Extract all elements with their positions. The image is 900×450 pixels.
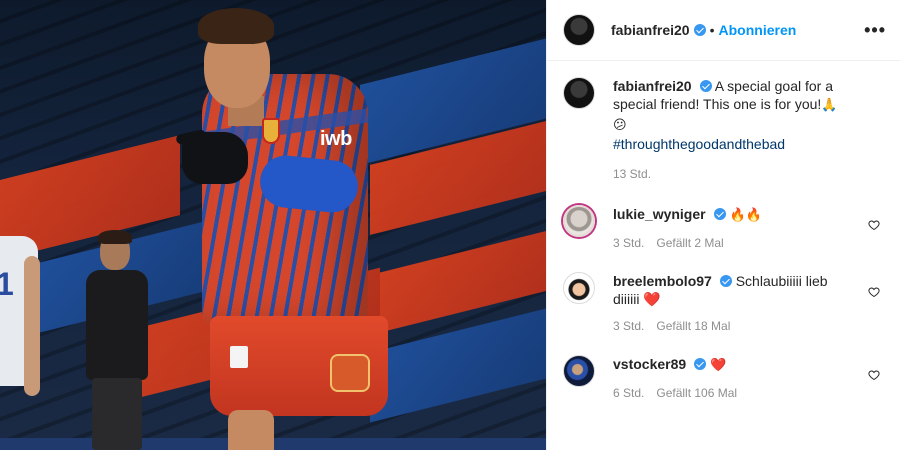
commenter-username[interactable]: lukie_wyniger — [613, 206, 706, 222]
comment-time[interactable]: 3 Std. — [613, 319, 644, 333]
post-sidebar: fabianfrei20 • Abonnieren ••• fabianfrei… — [546, 0, 900, 450]
pray-emoji: 🙏 — [821, 98, 838, 113]
comment-likes[interactable]: Gefällt 18 Mal — [656, 319, 730, 333]
verified-badge-icon — [713, 208, 726, 220]
more-horizontal-icon[interactable]: ••• — [864, 21, 886, 39]
heart-outline-icon[interactable] — [868, 369, 880, 381]
verified-badge-icon — [694, 358, 707, 370]
referee-figure — [82, 230, 152, 450]
commenter-username[interactable]: vstocker89 — [613, 356, 686, 372]
caption-author-avatar[interactable] — [563, 77, 595, 109]
comment-text: 🔥🔥 — [729, 208, 762, 223]
follow-button[interactable]: Abonnieren — [719, 22, 797, 38]
heart-outline-icon[interactable] — [868, 219, 880, 231]
header-separator: • — [709, 22, 715, 38]
verified-badge-icon — [693, 24, 706, 36]
commenter-avatar[interactable] — [563, 205, 595, 237]
caption-hashtag[interactable]: #throughthegoodandthebad — [613, 136, 785, 152]
comment-item: breelembolo97 Schlaubiiiii lieb diiiiii … — [563, 272, 884, 335]
post-caption: fabianfrei20 A special goal for a specia… — [563, 77, 884, 183]
commenter-avatar[interactable] — [563, 272, 595, 304]
face-emoji: 😕 — [613, 118, 627, 133]
left-player-figure: 1 — [0, 236, 46, 450]
comment-likes[interactable]: Gefällt 106 Mal — [656, 386, 737, 400]
left-player-number: 1 — [0, 266, 14, 302]
commenter-avatar[interactable] — [563, 355, 595, 387]
comments-list[interactable]: fabianfrei20 A special goal for a specia… — [547, 61, 900, 450]
author-username[interactable]: fabianfrei20 — [611, 22, 690, 38]
instagram-post-view: 1 iwb fabianfrei20 • Abonnieren ••• fabi… — [0, 0, 900, 450]
comment-time[interactable]: 3 Std. — [613, 236, 644, 250]
comment-likes[interactable]: Gefällt 2 Mal — [656, 236, 723, 250]
verified-badge-icon — [699, 80, 712, 92]
club-crest — [262, 118, 280, 144]
commenter-username[interactable]: breelembolo97 — [613, 273, 712, 289]
main-player-figure: iwb — [170, 0, 400, 450]
caption-username[interactable]: fabianfrei20 — [613, 78, 692, 94]
comment-text: ❤️ — [710, 358, 727, 373]
shorts-logo — [330, 354, 370, 392]
comment-item: lukie_wyniger 🔥🔥 3 Std. Gefällt 2 Mal — [563, 205, 884, 252]
post-photo[interactable]: 1 iwb — [0, 0, 546, 450]
post-header: fabianfrei20 • Abonnieren ••• — [547, 0, 900, 61]
verified-badge-icon — [719, 275, 732, 287]
caption-time[interactable]: 13 Std. — [613, 167, 651, 181]
author-avatar[interactable] — [563, 14, 595, 46]
comment-item: vstocker89 ❤️ 6 Std. Gefällt 106 Mal — [563, 355, 884, 402]
comment-time[interactable]: 6 Std. — [613, 386, 644, 400]
heart-outline-icon[interactable] — [868, 286, 880, 298]
jersey-sponsor: iwb — [320, 128, 352, 150]
